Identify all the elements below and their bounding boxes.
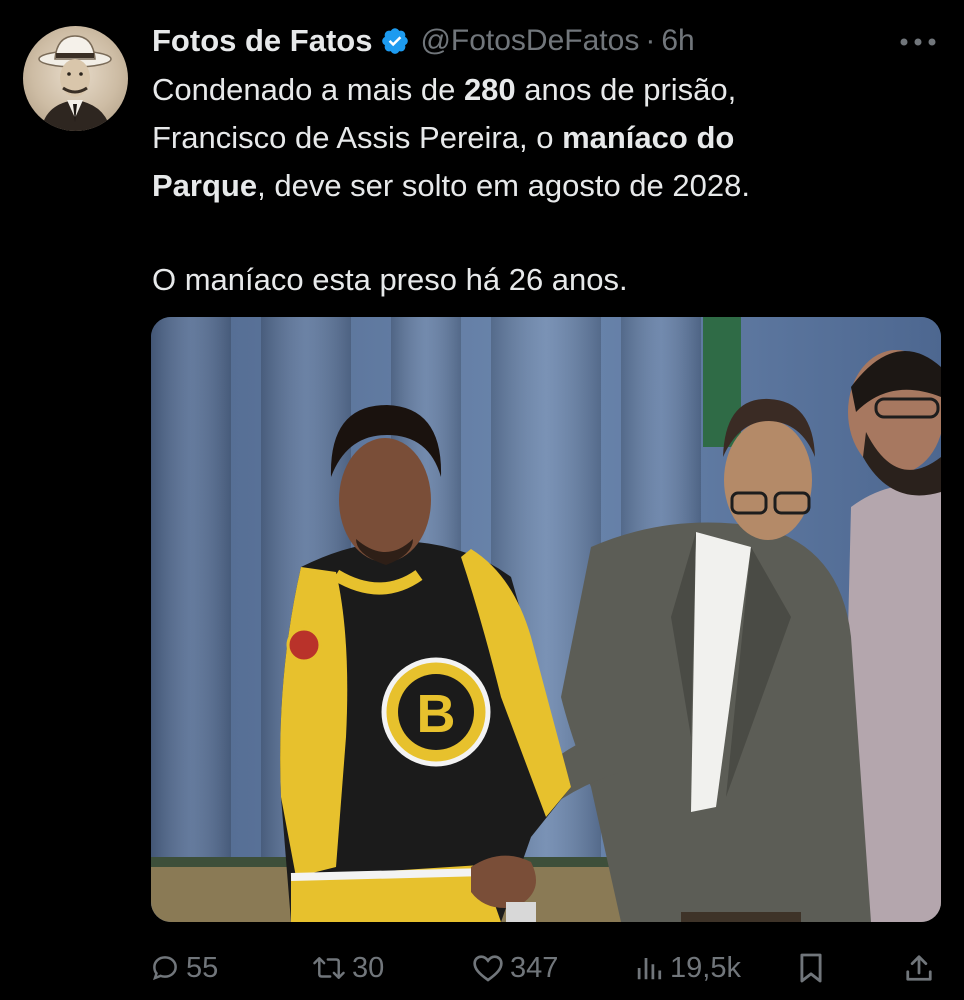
- tweet-line-3: Parque, deve ser solto em agosto de 2028…: [152, 168, 750, 203]
- views-button[interactable]: 19,5k: [634, 944, 741, 992]
- tweet[interactable]: Fotos de Fatos @FotosDeFatos · 6h Conden…: [0, 0, 964, 1000]
- tweet-line-2: Francisco de Assis Pereira, o maníaco do: [152, 120, 735, 155]
- more-options-icon[interactable]: [898, 36, 938, 48]
- retweet-icon: [313, 957, 345, 979]
- tweet-line-4: O maníaco esta preso há 26 anos.: [152, 262, 628, 297]
- tweet-photo[interactable]: B: [151, 317, 941, 922]
- handle[interactable]: @FotosDeFatos: [420, 24, 639, 58]
- photo-scene: B: [151, 317, 941, 922]
- timestamp[interactable]: 6h: [661, 24, 694, 58]
- tweet-header: Fotos de Fatos @FotosDeFatos · 6h: [152, 20, 695, 62]
- tweet-line-1: Condenado a mais de 280 anos de prisão,: [152, 72, 737, 107]
- verified-badge-icon: [380, 26, 410, 56]
- avatar[interactable]: [23, 26, 128, 131]
- reply-button[interactable]: 55: [150, 944, 218, 992]
- display-name[interactable]: Fotos de Fatos: [152, 23, 372, 59]
- tweet-text: Condenado a mais de 280 anos de prisão, …: [152, 66, 942, 304]
- bookmark-button[interactable]: [798, 944, 824, 992]
- reply-icon: [153, 956, 177, 981]
- share-button[interactable]: [904, 944, 934, 992]
- views-chart-icon: [637, 958, 662, 980]
- action-bar: 55 30 347 19,5k: [0, 944, 964, 992]
- bookmark-icon: [800, 953, 822, 983]
- avatar-portrait: [38, 35, 112, 131]
- like-count: 347: [510, 951, 559, 984]
- retweet-button[interactable]: 30: [312, 944, 384, 992]
- svg-text:B: B: [417, 684, 456, 744]
- reply-count: 55: [186, 951, 219, 984]
- views-count: 19,5k: [670, 951, 741, 984]
- retweet-count: 30: [352, 951, 385, 984]
- separator-dot: ·: [645, 24, 656, 57]
- share-icon: [906, 955, 932, 981]
- heart-icon: [473, 955, 503, 982]
- like-button[interactable]: 347: [472, 944, 558, 992]
